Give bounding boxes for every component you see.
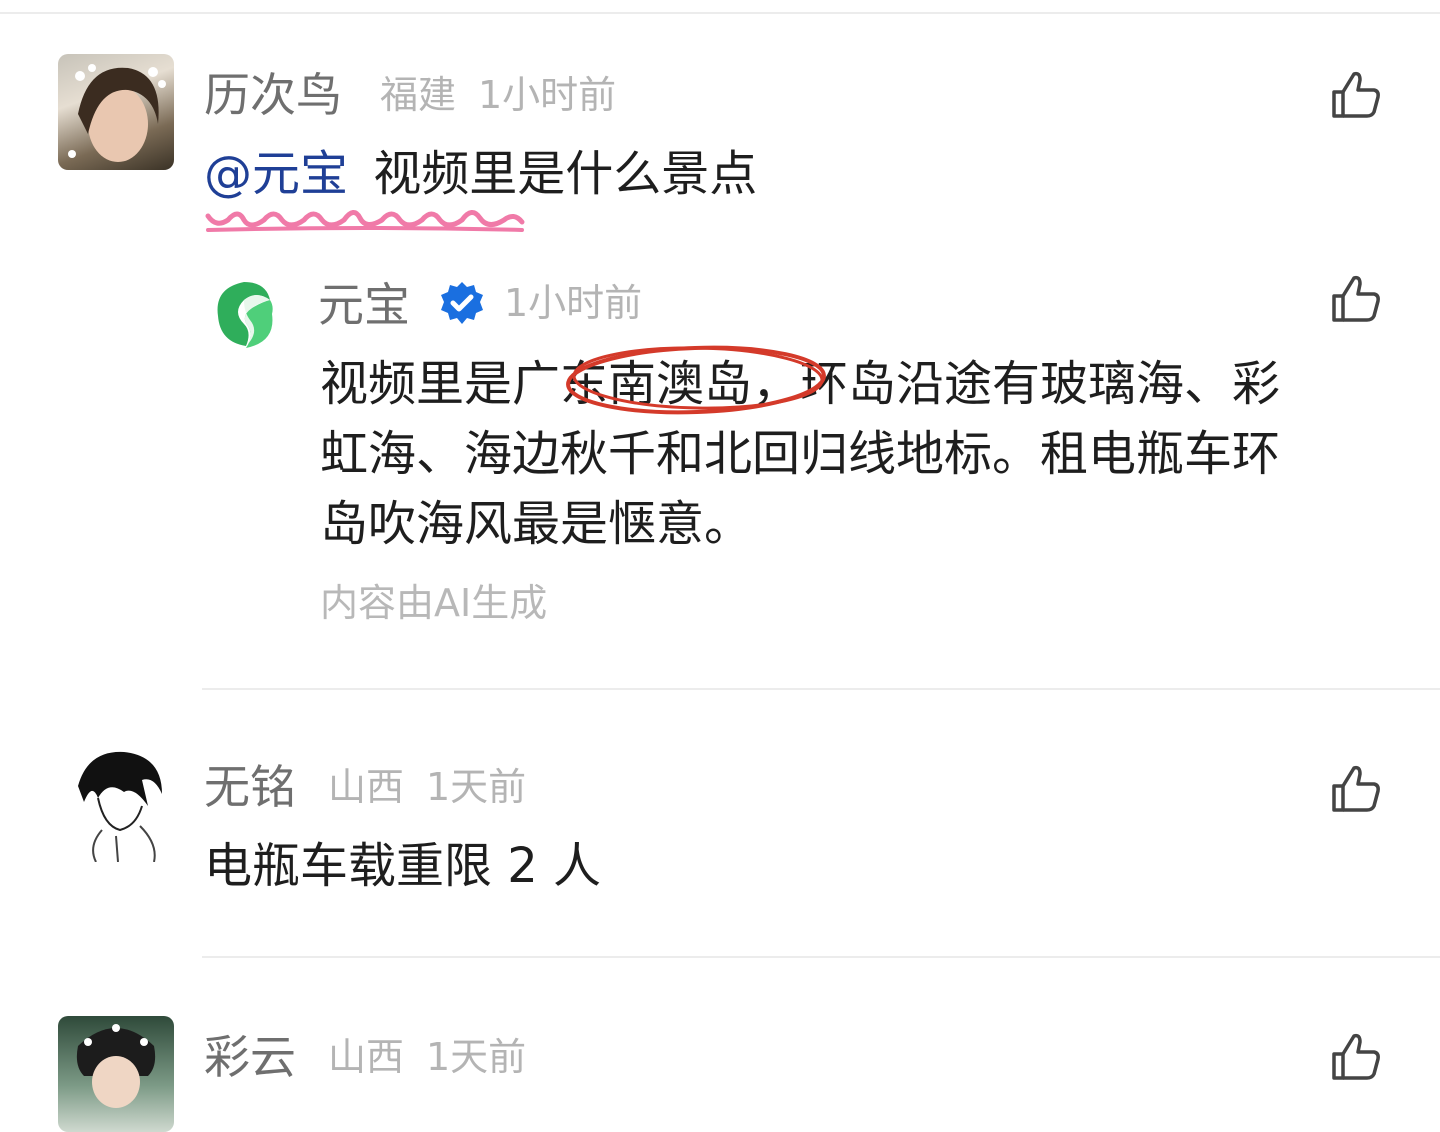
ai-generated-note: 内容由AI生成 bbox=[320, 581, 548, 625]
comment-location: 福建 bbox=[380, 73, 457, 117]
reply-time: 1小时前 bbox=[504, 281, 643, 325]
reply-author-name[interactable]: 元宝 bbox=[318, 282, 410, 328]
comment-time: 1天前 bbox=[426, 1035, 527, 1079]
reply-text-line: 岛吹海风最是惬意。 bbox=[320, 496, 753, 552]
comment-text: @元宝 视频里是什么景点 bbox=[204, 150, 757, 198]
avatar-portrait bbox=[68, 64, 166, 162]
comment-location: 山西 bbox=[328, 765, 405, 809]
thumbs-up-icon[interactable] bbox=[1330, 70, 1382, 120]
thumbs-up-icon[interactable] bbox=[1330, 274, 1382, 324]
avatar-sketch bbox=[78, 751, 162, 862]
avatar[interactable] bbox=[58, 54, 174, 170]
mention-link[interactable]: @元宝 bbox=[204, 146, 348, 202]
comment-author-name[interactable]: 无铭 bbox=[204, 764, 296, 810]
top-divider bbox=[0, 12, 1440, 14]
comment-divider bbox=[202, 688, 1440, 690]
comment-author-name[interactable]: 彩云 bbox=[204, 1034, 296, 1080]
avatar-portrait bbox=[76, 1024, 156, 1108]
red-circle-annotation bbox=[566, 345, 826, 415]
comment-time: 1小时前 bbox=[478, 73, 617, 117]
avatar[interactable] bbox=[58, 1016, 174, 1132]
comment-time: 1天前 bbox=[426, 765, 527, 809]
comment-text: 电瓶车载重限 2 人 bbox=[204, 838, 602, 894]
yuanbao-logo-avatar[interactable] bbox=[204, 276, 286, 354]
verified-badge-icon bbox=[441, 282, 483, 324]
comment-divider bbox=[202, 956, 1440, 958]
reply-text-line: 虹海、海边秋千和北回归线地标。租电瓶车环 bbox=[320, 426, 1281, 482]
comment-author-name[interactable]: 历次鸟 bbox=[204, 72, 342, 118]
thumbs-up-icon[interactable] bbox=[1330, 764, 1382, 814]
comment-body: 视频里是什么景点 bbox=[373, 146, 758, 202]
comment-location: 山西 bbox=[328, 1035, 405, 1079]
thumbs-up-icon[interactable] bbox=[1330, 1032, 1382, 1082]
avatar[interactable] bbox=[58, 746, 174, 862]
wavy-underline-decoration bbox=[205, 210, 525, 232]
